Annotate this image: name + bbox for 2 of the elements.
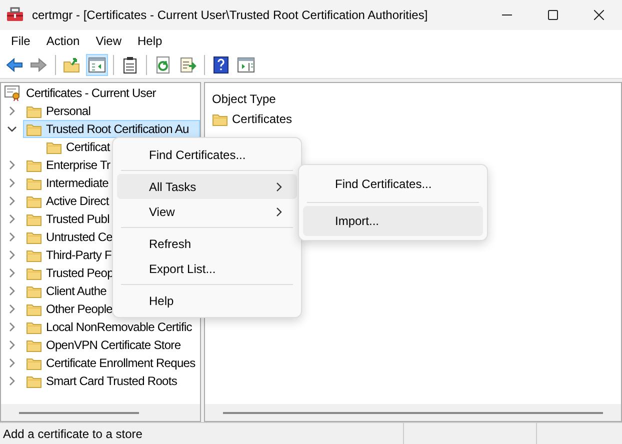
status-text: Add a certificate to a store xyxy=(2,426,144,442)
window-title: certmgr - [Certificates - Current User\Trusted Root Certification Authorities] xyxy=(32,8,428,22)
